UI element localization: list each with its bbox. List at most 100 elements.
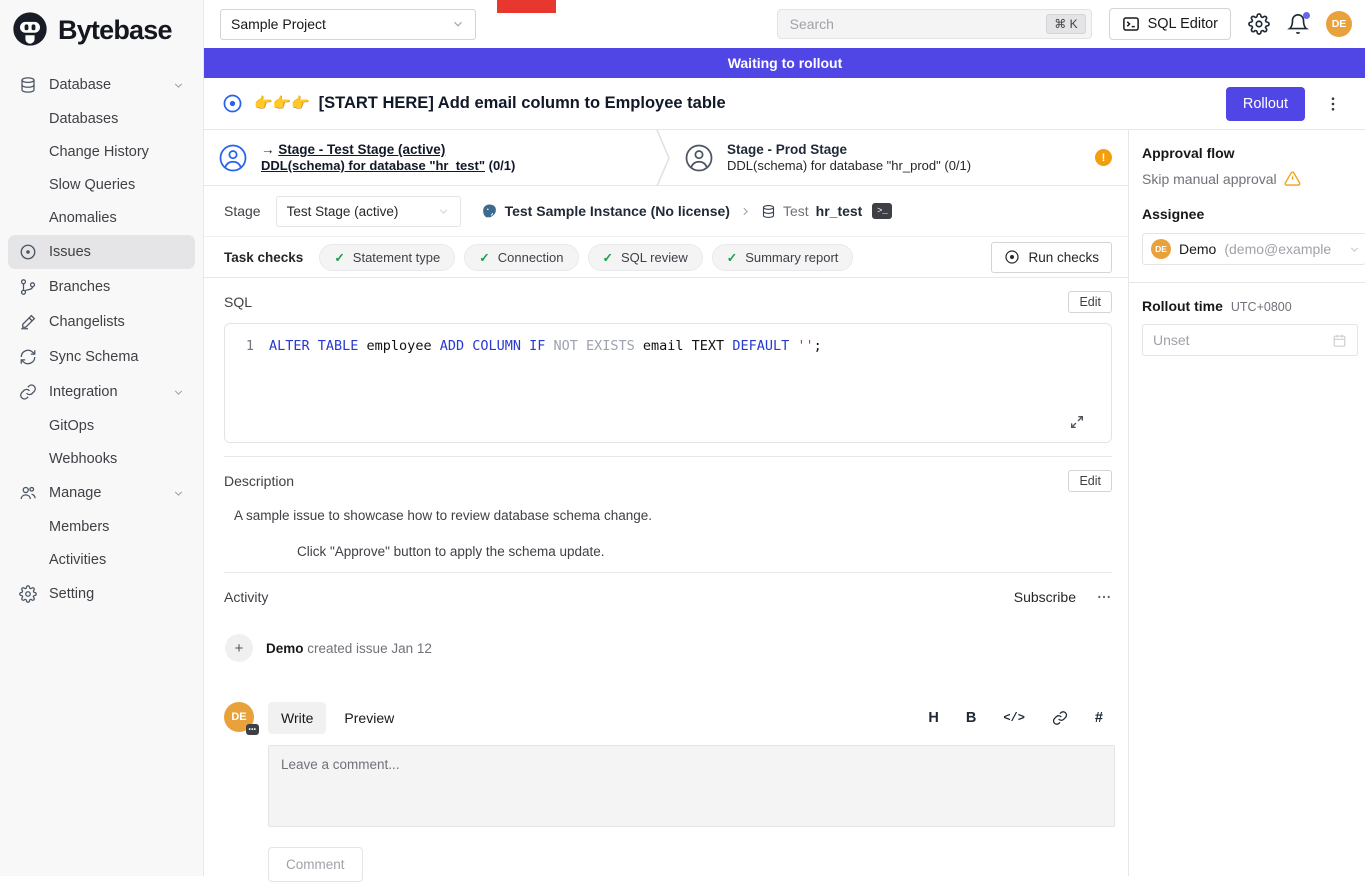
sidebar-item-branches[interactable]: Branches	[8, 270, 195, 304]
link-format-icon[interactable]	[1052, 710, 1068, 726]
sql-edit-button[interactable]: Edit	[1068, 291, 1112, 313]
sidebar-item-slow-queries[interactable]: Slow Queries	[8, 169, 195, 201]
sidebar-item-gitops[interactable]: GitOps	[8, 410, 195, 442]
search-box[interactable]: ⌘ K	[777, 9, 1092, 39]
comment-editor: DE ••• Write Preview H B </>	[224, 702, 1112, 882]
stage-card-test[interactable]: → Stage - Test Stage (active) DDL(schema…	[204, 130, 656, 185]
assignee-select-dropdown[interactable]: DE Demo (demo@example	[1142, 233, 1365, 265]
check-pill-statement-type[interactable]: ✓ Statement type	[319, 244, 455, 271]
database-name[interactable]: hr_test	[816, 203, 863, 219]
line-number: 1	[225, 338, 269, 354]
topbar-actions: ⌘ K SQL Editor DE	[777, 8, 1352, 40]
description-section: Description Edit A sample issue to showc…	[204, 457, 1128, 573]
sidebar-item-label: Sync Schema	[49, 349, 138, 365]
sidebar-item-label: Integration	[49, 384, 118, 400]
more-options-kebab-icon[interactable]	[1316, 95, 1350, 113]
sidebar-item-label: Anomalies	[49, 210, 117, 226]
database-icon	[18, 75, 38, 95]
run-checks-button[interactable]: Run checks	[991, 242, 1112, 273]
sidebar-item-change-history[interactable]: Change History	[8, 136, 195, 168]
check-pill-connection[interactable]: ✓ Connection	[464, 244, 578, 271]
bytebase-logo-icon	[10, 9, 50, 52]
sidebar-nav: Database Databases Change History Slow Q…	[0, 56, 203, 611]
sidebar-item-label: Members	[49, 519, 109, 535]
bold-format-icon[interactable]: B	[966, 710, 976, 726]
expand-fullscreen-icon[interactable]	[1069, 414, 1085, 430]
stage-card-text: → Stage - Test Stage (active) DDL(schema…	[261, 142, 515, 173]
settings-gear-icon[interactable]	[1248, 13, 1270, 35]
stage-label: Stage	[224, 203, 261, 219]
notification-dot	[1303, 12, 1310, 19]
sidebar-item-database[interactable]: Database	[8, 68, 195, 102]
sidebar-item-webhooks[interactable]: Webhooks	[8, 443, 195, 475]
activity-author[interactable]: Demo	[266, 641, 304, 656]
hash-format-icon[interactable]: #	[1095, 710, 1103, 726]
comment-textarea[interactable]	[268, 745, 1115, 827]
task-checks-row: Task checks ✓ Statement type ✓ Connectio…	[204, 236, 1128, 278]
comment-submit-button[interactable]: Comment	[268, 847, 363, 882]
warning-badge: !	[1095, 149, 1112, 166]
sql-statement: ALTER TABLE employee ADD COLUMN IF NOT E…	[269, 338, 822, 354]
pointer-emoji: 👉👉👉	[254, 95, 310, 112]
stage-select-dropdown[interactable]: Test Stage (active)	[276, 196, 461, 227]
sidebar-item-label: Setting	[49, 586, 94, 602]
stage-progress: (0/1)	[489, 158, 516, 173]
sidebar-item-members[interactable]: Members	[8, 511, 195, 543]
project-select[interactable]: Sample Project	[220, 9, 476, 40]
sidebar-item-setting[interactable]: Setting	[8, 577, 195, 611]
sidebar-item-integration[interactable]: Integration	[8, 375, 195, 409]
sidebar-item-label: Manage	[49, 485, 101, 501]
subscribe-button[interactable]: Subscribe	[1014, 589, 1076, 605]
rollout-button[interactable]: Rollout	[1226, 87, 1305, 121]
stage-name: → Stage - Test Stage (active)	[261, 142, 515, 157]
sql-section: SQL Edit 1 ALTER TABLE employee ADD COLU…	[204, 278, 1128, 457]
sidebar-item-label: Changelists	[49, 314, 125, 330]
issue-title: 👉👉👉 [START HERE] Add email column to Emp…	[254, 94, 726, 113]
sidebar-item-label: Branches	[49, 279, 110, 295]
tab-preview[interactable]: Preview	[331, 702, 407, 734]
sql-code-editor[interactable]: 1 ALTER TABLE employee ADD COLUMN IF NOT…	[224, 323, 1112, 443]
instance-name[interactable]: Test Sample Instance (No license)	[505, 203, 730, 219]
sidebar-item-databases[interactable]: Databases	[8, 103, 195, 135]
project-select-value: Sample Project	[231, 16, 326, 32]
issue-content: → Stage - Test Stage (active) DDL(schema…	[204, 130, 1128, 876]
sql-editor-label: SQL Editor	[1148, 16, 1218, 32]
comment-tabs: Write Preview H B </> #	[268, 702, 1115, 734]
bytebase-app: Bytebase Database Databases Change Histo…	[0, 0, 1365, 876]
heading-format-icon[interactable]: H	[928, 710, 938, 726]
sql-editor-button[interactable]: SQL Editor	[1109, 8, 1231, 40]
check-pill-summary-report[interactable]: ✓ Summary report	[712, 244, 854, 271]
bytebase-logo[interactable]: Bytebase	[0, 0, 203, 56]
user-avatar[interactable]: DE	[1326, 11, 1352, 37]
sidebar-item-manage[interactable]: Manage	[8, 476, 195, 510]
sidebar-item-issues[interactable]: Issues	[8, 235, 195, 269]
sync-refresh-icon	[18, 347, 38, 367]
notification-bell-icon[interactable]	[1287, 13, 1309, 35]
stage-card-prod[interactable]: Stage - Prod Stage DDL(schema) for datab…	[670, 130, 1128, 185]
terminal-icon	[1122, 15, 1140, 33]
warning-triangle-icon	[1284, 170, 1301, 187]
sidebar-item-anomalies[interactable]: Anomalies	[8, 202, 195, 234]
chevron-down-icon	[172, 386, 185, 399]
gear-icon	[18, 584, 38, 604]
description-section-title: Description	[224, 473, 294, 489]
approval-flow-text: Skip manual approval	[1142, 171, 1277, 187]
search-input[interactable]	[788, 15, 1047, 33]
rollout-time-picker[interactable]: Unset	[1142, 324, 1358, 356]
description-edit-button[interactable]: Edit	[1068, 470, 1112, 492]
tab-write[interactable]: Write	[268, 702, 326, 734]
task-checks-label: Task checks	[224, 250, 303, 265]
sidebar-item-sync-schema[interactable]: Sync Schema	[8, 340, 195, 374]
sidebar-item-changelists[interactable]: Changelists	[8, 305, 195, 339]
sidebar-item-activities[interactable]: Activities	[8, 544, 195, 576]
comment-user-avatar: DE •••	[224, 702, 254, 732]
activity-more-kebab-icon[interactable]	[1096, 589, 1112, 605]
check-pill-sql-review[interactable]: ✓ SQL review	[588, 244, 703, 271]
sidebar-item-label: Issues	[49, 244, 91, 260]
stage-task: DDL(schema) for database "hr_prod" (0/1)	[727, 158, 971, 173]
sql-section-title: SQL	[224, 294, 252, 310]
description-paragraph: A sample issue to showcase how to review…	[234, 508, 1112, 523]
check-pill-label: SQL review	[621, 250, 688, 265]
code-format-icon[interactable]: </>	[1003, 711, 1025, 725]
open-sql-editor-icon[interactable]: >_	[872, 203, 892, 219]
